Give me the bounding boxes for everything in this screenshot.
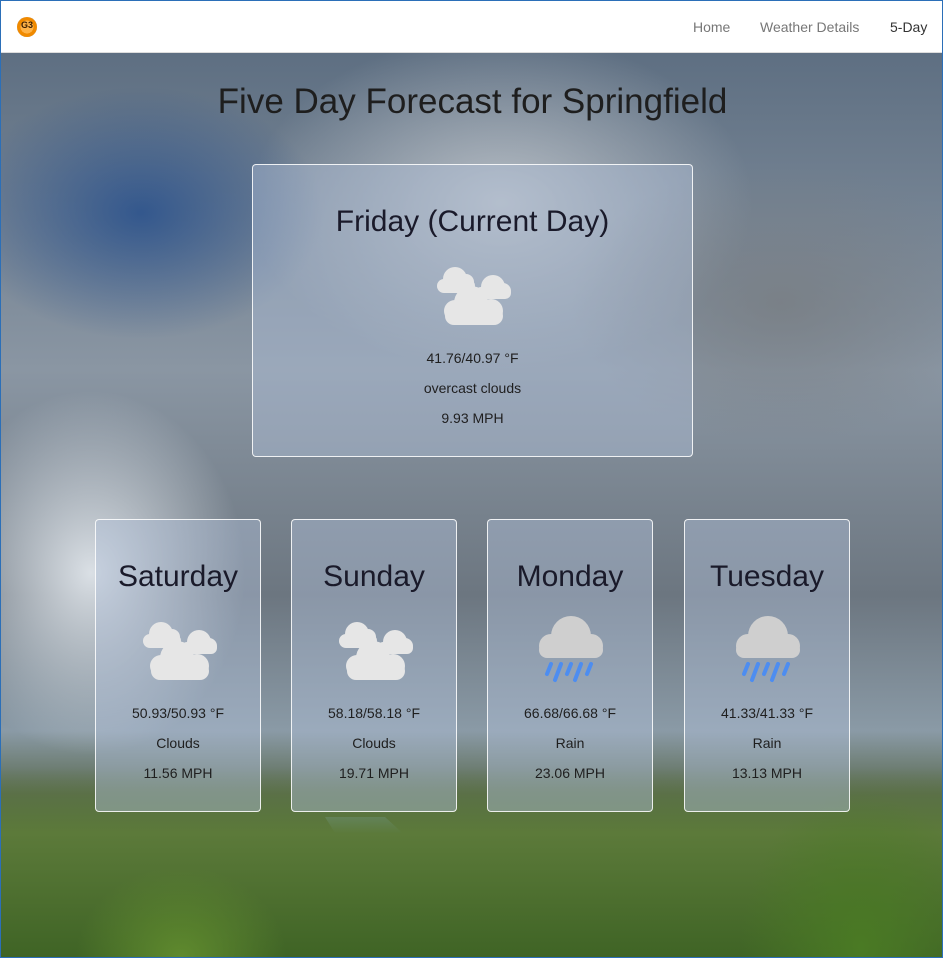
page-title: Five Day Forecast for Springfield xyxy=(217,82,728,121)
forecast-wind: 13.13 MPH xyxy=(731,765,803,781)
forecast-card-monday: Monday 66.68/66.68 °F Rain 23.06 MPH xyxy=(487,519,653,812)
forecast-temp: 58.18/58.18 °F xyxy=(328,705,420,721)
brand-logo[interactable]: G3 xyxy=(17,17,37,37)
nav-link-home[interactable]: Home xyxy=(693,19,730,35)
rain-icon xyxy=(539,616,603,682)
forecast-wind: 11.56 MPH xyxy=(143,765,213,781)
forecast-temp: 50.93/50.93 °F xyxy=(132,705,224,721)
forecast-day-name: Sunday xyxy=(323,560,425,593)
forecast-description: Clouds xyxy=(156,735,200,751)
cloudy-icon xyxy=(339,622,413,680)
navbar: G3 Home Weather Details 5-Day xyxy=(1,1,942,53)
forecast-day-name: Tuesday xyxy=(710,560,824,593)
forecast-temp: 66.68/66.68 °F xyxy=(524,705,616,721)
forecast-card-saturday: Saturday 50.93/50.93 °F Clouds 11.56 MPH xyxy=(95,519,261,812)
forecast-description: Rain xyxy=(752,735,782,751)
browser-viewport: G3 Home Weather Details 5-Day Five Day F… xyxy=(0,0,943,958)
forecast-description: Clouds xyxy=(352,735,396,751)
current-day-name: Friday (Current Day) xyxy=(335,205,610,238)
forecast-card-tuesday: Tuesday 41.33/41.33 °F Rain 13.13 MPH xyxy=(684,519,850,812)
cloudy-icon xyxy=(143,622,217,680)
forecast-description: Rain xyxy=(555,735,585,751)
forecast-wind: 23.06 MPH xyxy=(534,765,606,781)
cloudy-icon xyxy=(437,267,511,325)
nav-link-weather-details[interactable]: Weather Details xyxy=(760,19,859,35)
current-day-card: Friday (Current Day) 41.76/40.97 °F over… xyxy=(252,164,693,457)
logo-text: G3 xyxy=(20,20,33,30)
nav-link-5-day[interactable]: 5-Day xyxy=(890,19,927,35)
forecast-day-name: Saturday xyxy=(117,560,239,593)
current-wind: 9.93 MPH xyxy=(441,410,504,426)
current-description: overcast clouds xyxy=(423,380,522,396)
forecast-wind: 19.71 MPH xyxy=(338,765,410,781)
forecast-temp: 41.33/41.33 °F xyxy=(721,705,813,721)
forecast-card-sunday: Sunday 58.18/58.18 °F Clouds 19.71 MPH xyxy=(291,519,457,812)
current-temp: 41.76/40.97 °F xyxy=(426,350,519,366)
forecast-day-name: Monday xyxy=(516,560,624,593)
rain-icon xyxy=(736,616,800,682)
